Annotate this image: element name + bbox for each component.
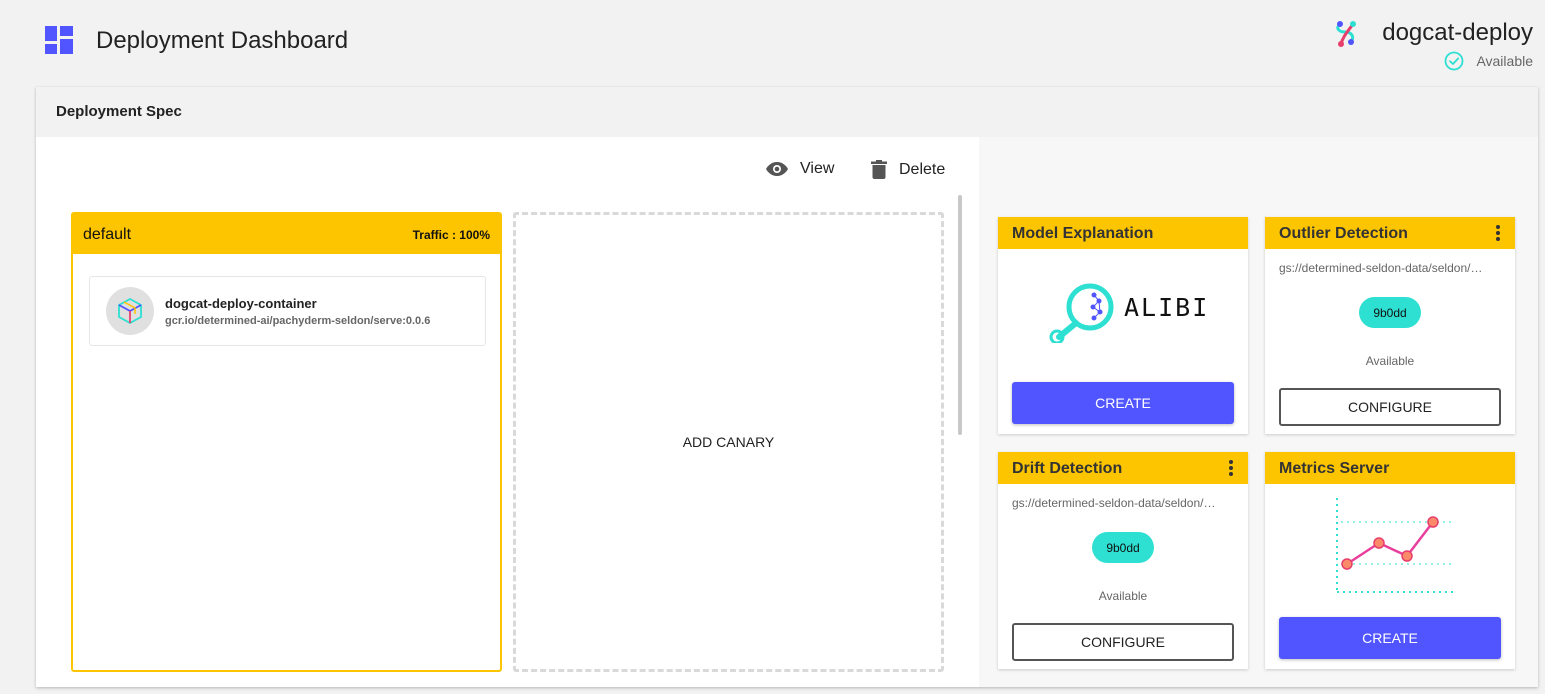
add-canary-button[interactable]: ADD CANARY [513, 212, 944, 672]
dashboard-icon [45, 26, 73, 54]
view-label: View [800, 160, 835, 177]
model-explanation-create-button[interactable]: CREATE [1012, 382, 1234, 424]
eye-icon [766, 162, 788, 176]
kebab-menu-icon[interactable] [1495, 225, 1501, 241]
metrics-server-create-button[interactable]: CREATE [1279, 617, 1501, 659]
outlier-detection-path: gs://determined-seldon-data/seldon/… [1279, 261, 1483, 275]
predictor-name: default [83, 226, 132, 243]
metrics-chart-icon [1336, 498, 1453, 593]
drift-detection-path: gs://determined-seldon-data/seldon/… [1012, 496, 1216, 510]
drift-detection-hash: 9b0dd [1092, 532, 1154, 563]
outlier-detection-card: Outlier Detection gs://determined-seldon… [1265, 217, 1515, 434]
scrollbar[interactable] [958, 195, 962, 435]
drift-detection-status: Available [1098, 589, 1148, 603]
container-name: dogcat-deploy-container [165, 296, 317, 311]
panel-title: Deployment Spec [56, 103, 182, 120]
drift-detection-card: Drift Detection gs://determined-seldon-d… [998, 452, 1248, 669]
traffic-label: Traffic : 100% [412, 228, 490, 242]
metrics-server-header: Metrics Server [1265, 452, 1515, 484]
model-explanation-card: Model Explanation ALIBI CREATE [998, 217, 1248, 434]
drift-detection-title: Drift Detection [1012, 460, 1123, 477]
page-title: Deployment Dashboard [96, 27, 349, 54]
predictor-header: default Traffic : 100% [73, 214, 500, 254]
container-image: gcr.io/determined-ai/pachyderm-seldon/se… [165, 315, 431, 327]
deployment-name: dogcat-deploy [1382, 19, 1533, 46]
container-avatar [106, 287, 154, 335]
outlier-detection-header: Outlier Detection [1265, 217, 1515, 249]
outlier-detection-hash: 9b0dd [1359, 297, 1421, 328]
status-text: Available [1476, 53, 1533, 69]
cube-icon [118, 297, 142, 325]
view-button[interactable]: View [766, 160, 834, 178]
metrics-server-card: Metrics Server CREATE [1265, 452, 1515, 669]
drift-detection-configure-button[interactable]: CONFIGURE [1012, 623, 1234, 661]
deployment-spec-panel: Deployment Spec View Delete default Traf… [36, 87, 1538, 687]
seldon-logo-icon [1336, 21, 1356, 47]
model-explanation-header: Model Explanation [998, 217, 1248, 249]
delete-button[interactable]: Delete [871, 160, 945, 179]
trash-icon [871, 160, 887, 179]
kebab-menu-icon[interactable] [1228, 460, 1234, 476]
deployment-status: Available [1444, 51, 1533, 71]
outlier-detection-status: Available [1365, 354, 1415, 368]
delete-label: Delete [899, 160, 946, 178]
panel-header: Deployment Spec [36, 87, 1538, 137]
check-circle-icon [1445, 51, 1464, 71]
drift-detection-header: Drift Detection [998, 452, 1248, 484]
outlier-detection-title: Outlier Detection [1279, 225, 1408, 242]
outlier-detection-configure-button[interactable]: CONFIGURE [1279, 388, 1501, 426]
container-card[interactable]: dogcat-deploy-container gcr.io/determine… [89, 276, 486, 346]
alibi-logo-text: ALIBI [1124, 293, 1210, 322]
default-predictor-card[interactable]: default Traffic : 100% dogcat-deploy-con… [71, 212, 502, 672]
model-explanation-title: Model Explanation [1012, 225, 1154, 242]
add-canary-label: ADD CANARY [682, 434, 775, 450]
metrics-server-title: Metrics Server [1279, 460, 1390, 477]
top-bar: Deployment Dashboard dogcat-deploy Avail… [0, 0, 1545, 80]
